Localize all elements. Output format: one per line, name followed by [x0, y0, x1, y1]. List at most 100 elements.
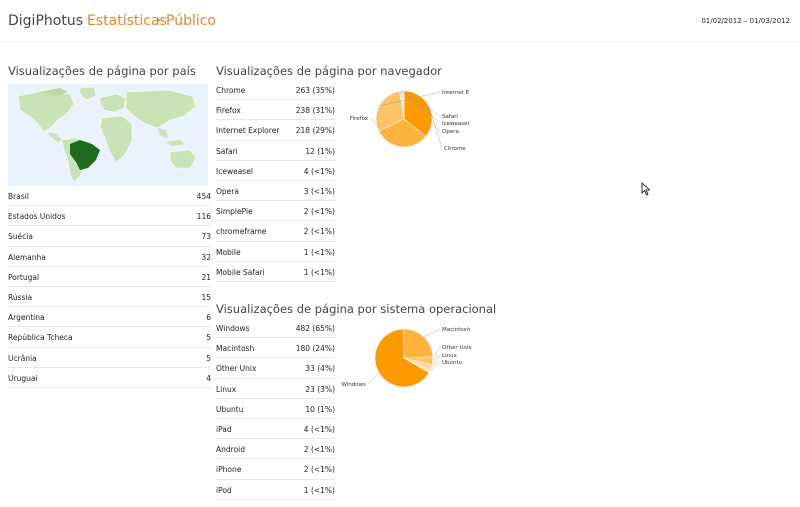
- row-name: Mobile Safari: [216, 267, 265, 277]
- row-value: 482 (65%): [295, 324, 335, 333]
- row-name: Macintosh: [216, 344, 255, 354]
- table-row: Argentina 6: [8, 307, 211, 328]
- table-row: Estados Unidos 116: [8, 206, 211, 227]
- table-row: iPod 1 (<1%): [216, 480, 335, 500]
- row-name: Firefox: [216, 106, 241, 116]
- brand-separator: ·: [76, 14, 79, 24]
- mouse-cursor-icon: [641, 182, 651, 196]
- table-row: Mobile Safari 1 (<1%): [216, 262, 335, 282]
- row-value: 263 (35%): [295, 86, 335, 95]
- table-row: iPhone 2 (<1%): [216, 459, 335, 480]
- table-row: Safari 12 (1%): [216, 141, 335, 161]
- os-table: Windows 482 (65%) Macintosh 180 (24%) Othe…: [216, 318, 335, 500]
- row-name: Opera: [216, 186, 239, 196]
- pie-label: Macintosh: [442, 327, 471, 333]
- row-name: Android: [216, 445, 245, 455]
- row-value: 180 (24%): [295, 344, 335, 354]
- row-name: Estados Unidos: [8, 212, 66, 222]
- browser-pie-chart: Chrome Firefox Internet E SafariIceweasel Op…: [350, 90, 470, 152]
- row-name: Ucrânia: [8, 353, 37, 363]
- row-value: 3 (<1%): [303, 186, 335, 196]
- breadcrumb-estatisticas[interactable]: Estatísticas: [87, 13, 167, 29]
- table-row: Rússia 15: [8, 287, 211, 308]
- row-value: 5: [206, 333, 211, 343]
- row-value: 218 (29%): [295, 126, 335, 136]
- row-value: 12 (1%): [305, 146, 335, 156]
- browser-table: Chrome 263 (35%) Firefox 238 (31%) Interne…: [216, 80, 335, 282]
- table-row: Windows 482 (65%): [216, 318, 335, 339]
- table-row: Mobile 1 (<1%): [216, 242, 335, 262]
- pie-leader-line: [423, 328, 441, 337]
- pie-label: Safari: [442, 114, 458, 120]
- table-row: Iceweasel 4 (<1%): [216, 161, 335, 181]
- row-value: 33 (4%): [305, 364, 335, 374]
- table-row: Linux 23 (3%): [216, 379, 335, 399]
- pie-slice-macintosh[interactable]: [402, 328, 434, 359]
- row-value: 2 (<1%): [303, 445, 335, 455]
- country-table: Brasil 454 Estados Unidos 116 Suécia 73 Ale…: [8, 186, 211, 388]
- row-value: 4: [206, 373, 211, 383]
- row-value: 454: [196, 192, 211, 201]
- row-name: Brasil: [8, 192, 29, 201]
- row-name: Uruguai: [8, 373, 38, 383]
- date-range[interactable]: 01/02/2012 – 01/03/2012: [701, 17, 790, 25]
- row-name: Windows: [216, 324, 250, 333]
- row-name: República Tcheca: [8, 333, 73, 343]
- table-row: Brasil 454: [8, 186, 211, 207]
- row-name: iPad: [216, 424, 232, 434]
- row-value: 15: [201, 292, 211, 302]
- breadcrumb-publico[interactable]: Público: [166, 13, 216, 29]
- row-name: Internet Explorer: [216, 126, 280, 136]
- row-name: Iceweasel: [216, 166, 253, 176]
- table-row: Uruguai 4: [8, 368, 211, 388]
- page-header: DigiPhotus · Estatísticas › Público 01/0…: [0, 0, 800, 42]
- table-row: Ubuntu 10 (1%): [216, 399, 335, 419]
- row-value: 5: [206, 353, 211, 363]
- table-row: Other Unix 33 (4%): [216, 358, 335, 379]
- row-value: 4 (<1%): [303, 166, 335, 176]
- row-name: Portugal: [8, 272, 40, 282]
- row-value: 10 (1%): [305, 404, 335, 414]
- row-value: 1 (<1%): [303, 247, 335, 257]
- row-value: 1 (<1%): [303, 267, 335, 277]
- table-row: República Tcheca 5: [8, 327, 211, 348]
- pie-label: Windows: [341, 382, 366, 388]
- row-value: 32: [201, 252, 211, 262]
- os-pie-chart: Windows Macintosh Other Unix LinuxUbuntu: [341, 327, 472, 388]
- row-name: Chrome: [216, 86, 246, 95]
- pie-leader-line: [367, 372, 380, 385]
- row-name: Suécia: [8, 232, 33, 242]
- table-row: Suécia 73: [8, 226, 211, 247]
- pie-label: Linux: [442, 353, 458, 359]
- row-name: Other Unix: [216, 364, 257, 374]
- pie-label: Iceweasel: [442, 121, 470, 127]
- row-value: 21: [201, 272, 211, 282]
- app-name[interactable]: DigiPhotus: [8, 13, 83, 29]
- row-value: 2 (<1%): [303, 465, 335, 475]
- table-row: iPad 4 (<1%): [216, 419, 335, 440]
- row-name: SimplePie: [216, 207, 253, 217]
- table-row: chromeframe 2 (<1%): [216, 221, 335, 242]
- pie-label: Internet E: [442, 90, 470, 96]
- row-name: iPod: [216, 485, 232, 495]
- row-name: Rússia: [8, 292, 33, 302]
- pie-label: Opera: [442, 129, 459, 135]
- row-value: 4 (<1%): [303, 424, 335, 434]
- browser-section-title: Visualizações de página por navegador: [216, 64, 442, 78]
- row-value: 116: [196, 212, 211, 222]
- table-row: Android 2 (<1%): [216, 439, 335, 460]
- row-value: 2 (<1%): [303, 207, 335, 217]
- pie-leader-line: [432, 346, 441, 361]
- table-row: Macintosh 180 (24%): [216, 338, 335, 359]
- table-row: Chrome 263 (35%): [216, 80, 335, 101]
- os-section-title: Visualizações de página por sistema oper…: [216, 302, 497, 316]
- row-name: Ubuntu: [216, 404, 244, 414]
- pie-label: Other Unix: [442, 345, 472, 351]
- breadcrumb-separator: ›: [156, 13, 162, 28]
- row-name: Safari: [216, 146, 238, 156]
- table-row: Portugal 21: [8, 267, 211, 287]
- pie-label: Firefox: [350, 116, 369, 122]
- table-row: Internet Explorer 218 (29%): [216, 120, 335, 141]
- row-value: 1 (<1%): [303, 485, 335, 495]
- pie-label: Ubuntu: [442, 360, 462, 366]
